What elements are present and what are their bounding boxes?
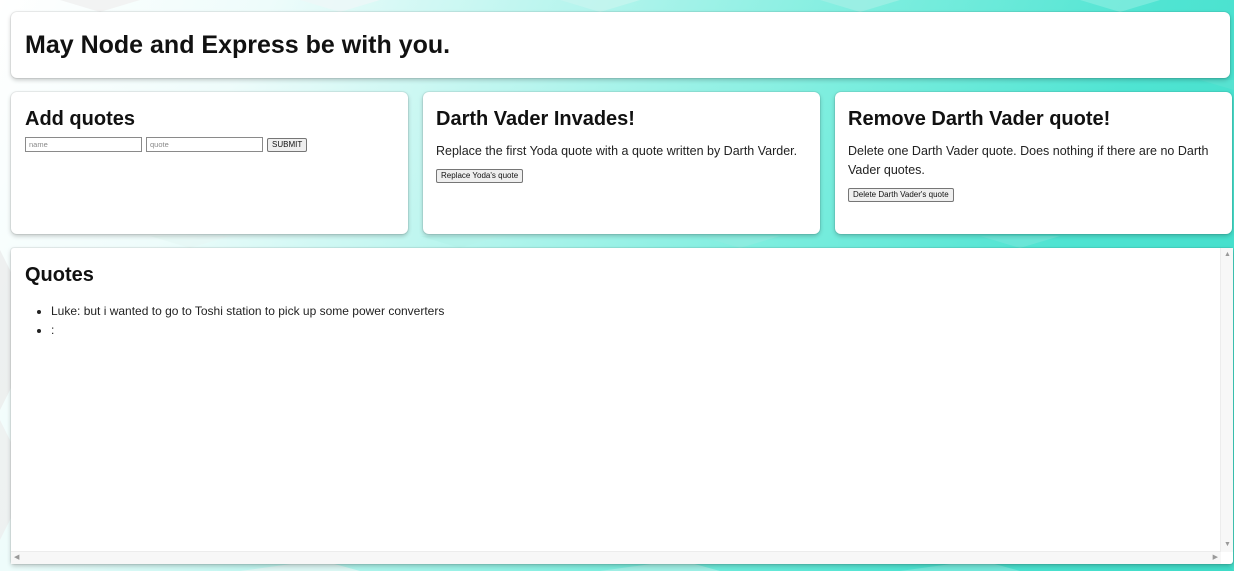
page-title: May Node and Express be with you. [25, 31, 451, 59]
replace-yoda-quote-button[interactable]: Replace Yoda's quote [436, 169, 524, 183]
header-card: May Node and Express be with you. [11, 12, 1230, 78]
name-input[interactable] [25, 137, 142, 152]
quotes-list: Luke: but i wanted to go to Toshi statio… [25, 302, 1219, 340]
quote-list-item: Luke: but i wanted to go to Toshi statio… [51, 302, 1219, 321]
quote-input[interactable] [146, 137, 263, 152]
quotes-title: Quotes [25, 264, 94, 286]
horizontal-scrollbar[interactable]: ◀ ▶ [11, 551, 1221, 564]
quote-list-item: : [51, 321, 1219, 340]
darth-vader-invades-title: Darth Vader Invades! [436, 108, 635, 130]
submit-button[interactable]: SUBMIT [267, 137, 308, 152]
quotes-card[interactable]: Quotes Luke: but i wanted to go to Toshi… [11, 248, 1233, 564]
remove-quote-card: Remove Darth Vader quote! Delete one Dar… [835, 92, 1232, 234]
remove-quote-description: Delete one Darth Vader quote. Does nothi… [848, 144, 1209, 177]
replace-button-row: Replace Yoda's quote [436, 169, 807, 183]
add-quotes-title: Add quotes [25, 108, 135, 130]
scroll-left-arrow-icon[interactable]: ◀ [14, 554, 19, 562]
delete-darth-vader-quote-button[interactable]: Delete Darth Vader's quote [848, 188, 954, 202]
darth-vader-invades-card: Darth Vader Invades! Replace the first Y… [423, 92, 820, 234]
delete-button-row: Delete Darth Vader's quote [848, 188, 1219, 202]
darth-vader-invades-description: Replace the first Yoda quote with a quot… [436, 144, 798, 158]
scroll-right-arrow-icon[interactable]: ▶ [1213, 554, 1218, 562]
vertical-scrollbar[interactable]: ▲ ▼ [1220, 248, 1233, 552]
scroll-up-arrow-icon[interactable]: ▲ [1224, 251, 1231, 259]
remove-quote-title: Remove Darth Vader quote! [848, 108, 1111, 130]
add-quotes-card: Add quotes SUBMIT [11, 92, 408, 234]
add-quote-form: SUBMIT [25, 137, 394, 152]
scroll-down-arrow-icon[interactable]: ▼ [1224, 541, 1231, 549]
